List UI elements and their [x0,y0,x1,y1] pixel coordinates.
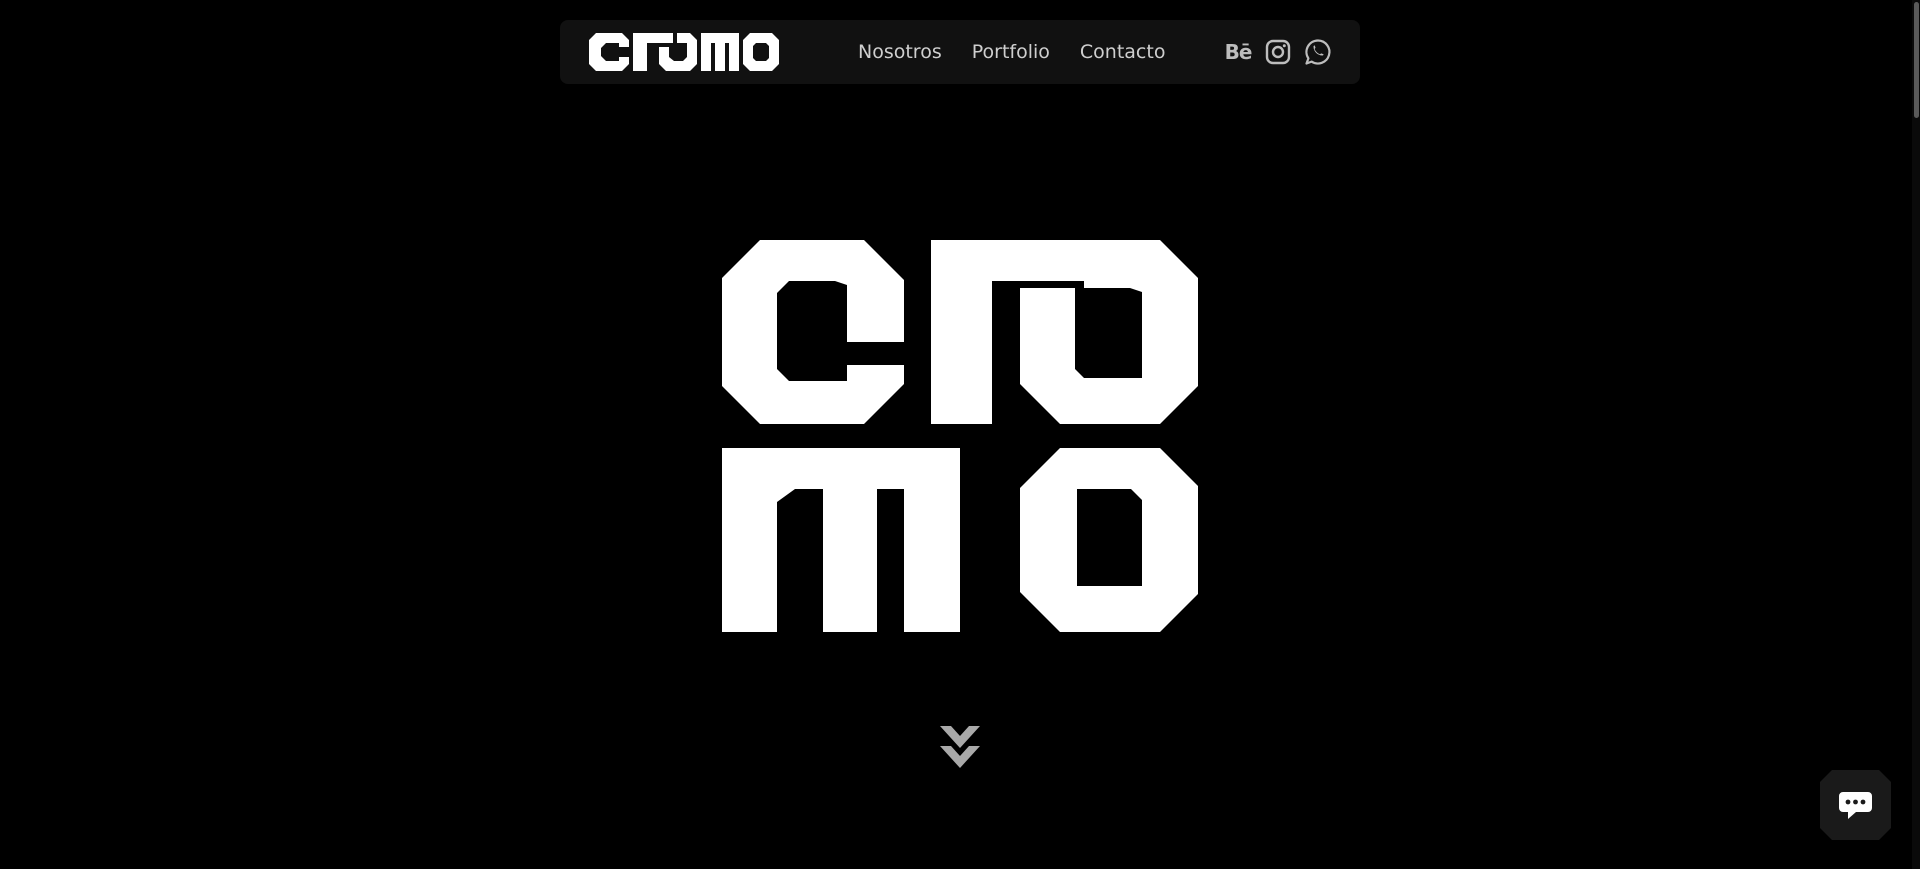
page: Nosotros Portfolio Contacto Bē [0,0,1920,869]
instagram-icon[interactable] [1264,38,1292,66]
double-chevron-down-icon[interactable] [938,724,982,770]
scrollbar-thumb[interactable] [1914,2,1919,118]
cromo-stacked-logo [722,240,1198,632]
behance-label: Bē [1224,40,1253,64]
whatsapp-glyph [1305,39,1331,65]
nav-link-nosotros[interactable]: Nosotros [858,41,942,63]
chat-button[interactable] [1820,770,1891,840]
cromo-wordmark-logo [589,33,779,71]
nav-link-portfolio[interactable]: Portfolio [972,41,1050,63]
chat-bubble-icon [1820,770,1891,840]
nav-link-contacto[interactable]: Contacto [1080,41,1166,63]
nav-links: Nosotros Portfolio Contacto [858,20,1165,84]
top-navbar: Nosotros Portfolio Contacto Bē [560,20,1360,84]
whatsapp-icon[interactable] [1304,38,1332,66]
social-links: Bē [1224,20,1332,84]
behance-icon[interactable]: Bē [1224,38,1253,66]
scrollbar-track[interactable] [1912,0,1920,869]
instagram-glyph [1265,39,1291,65]
